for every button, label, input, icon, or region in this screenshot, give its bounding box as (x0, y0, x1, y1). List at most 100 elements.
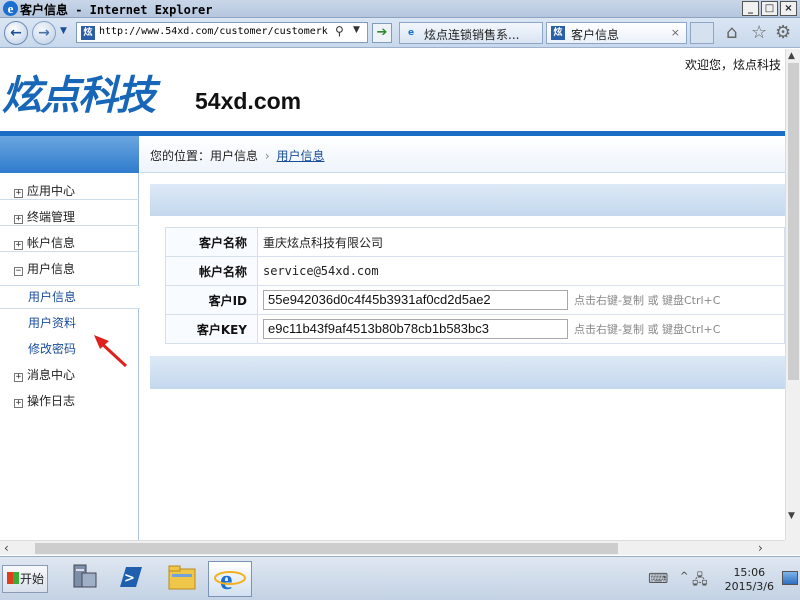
favorites-star-icon[interactable]: ☆ (751, 23, 767, 43)
forward-arrow-icon[interactable]: → (32, 21, 56, 45)
tab-customer-info[interactable]: 炫 客户信息 × (546, 22, 687, 44)
expand-plus-icon[interactable]: + (14, 399, 23, 408)
taskbar: 开始 > e ⌨ ^ 🖧 15:06 2015/3/6 (0, 556, 800, 600)
taskbar-explorer[interactable] (160, 561, 204, 597)
show-hidden-icons-icon[interactable]: ^ (680, 571, 688, 582)
svg-text:e: e (220, 565, 232, 594)
ie-page-icon: e (407, 28, 415, 38)
sidebar-subitem-user-profile[interactable]: 用户资料 (28, 314, 76, 331)
table-row: 客户KEY e9c11b43f9af4513b80b78cb1b583bc3 点击… (165, 314, 785, 344)
go-arrow-icon[interactable]: ➔ (372, 23, 392, 43)
site-favicon-icon: 炫 (81, 26, 95, 40)
breadcrumb-section: 用户信息 (210, 149, 259, 163)
sidebar-item-user-info[interactable]: − 用户信息 (14, 260, 75, 277)
window-titlebar[interactable]: e 客户信息 - Internet Explorer _ □ × (0, 0, 800, 18)
panel-footer (150, 356, 785, 389)
site-logo[interactable]: 炫点科技 (2, 63, 156, 121)
row-label: 帐户名称 (165, 256, 258, 286)
horizontal-scrollbar[interactable]: ‹ › (0, 540, 785, 555)
customer-info-table: 客户名称 重庆炫点科技有限公司 帐户名称 service@54xd.com 客户… (165, 227, 785, 344)
expand-plus-icon[interactable]: + (14, 373, 23, 382)
sidebar-item-app-center[interactable]: + 应用中心 (14, 182, 75, 199)
show-desktop-icon[interactable] (782, 571, 798, 585)
powershell-icon: > (120, 567, 142, 587)
server-manager-icon (73, 564, 97, 588)
expand-plus-icon[interactable]: + (14, 241, 23, 250)
vertical-scrollbar[interactable]: ▲ ▼ (785, 49, 800, 540)
panel-header (150, 184, 785, 216)
scroll-up-arrow-icon[interactable]: ▲ (788, 51, 795, 61)
customer-key-field[interactable]: e9c11b43f9af4513b80b78cb1b583bc3 (263, 319, 568, 339)
account-name-value: service@54xd.com (257, 256, 785, 286)
address-dropdown-icon[interactable]: ▼ (353, 25, 360, 35)
web-page: 炫点科技 54xd.com 欢迎您，炫点科技 您的位置：用户信息 › 用户信息 … (0, 49, 785, 540)
clock[interactable]: 15:06 2015/3/6 (725, 566, 774, 594)
tab-close-icon[interactable]: × (671, 26, 680, 39)
scroll-thumb[interactable] (35, 543, 618, 554)
settings-gear-icon[interactable]: ⚙ (775, 23, 791, 43)
scroll-down-arrow-icon[interactable]: ▼ (788, 511, 795, 521)
row-label: 客户ID (165, 285, 258, 315)
breadcrumb-prefix: 您的位置： (150, 149, 211, 163)
taskbar-powershell[interactable]: > (108, 561, 152, 597)
sidebar-item-label: 消息中心 (27, 368, 76, 382)
breadcrumb-separator: › (264, 149, 270, 163)
folder-icon (168, 565, 196, 590)
table-row: 客户ID 55e942036d0c4f45b3931af0cd2d5ae2 点击右… (165, 285, 785, 315)
row-label: 客户KEY (165, 314, 258, 344)
sidebar-divider (0, 251, 139, 252)
start-button[interactable]: 开始 (2, 565, 48, 593)
breadcrumb-current-link[interactable]: 用户信息 (277, 149, 325, 163)
sidebar-item-label: 用户信息 (27, 262, 76, 276)
welcome-text: 欢迎您，炫点科技 (684, 58, 781, 72)
scroll-right-arrow-icon[interactable]: › (758, 541, 763, 555)
table-row: 客户名称 重庆炫点科技有限公司 (165, 227, 785, 257)
copy-hint: 点击右键-复制 或 键盘Ctrl+C (574, 323, 721, 336)
sidebar-header (0, 136, 139, 173)
back-arrow-icon[interactable]: ← (4, 21, 28, 45)
copy-hint: 点击右键-复制 或 键盘Ctrl+C (574, 294, 721, 307)
minimize-button[interactable]: _ (742, 1, 759, 16)
start-label: 开始 (20, 572, 45, 586)
new-tab-button[interactable] (690, 22, 714, 44)
address-bar[interactable]: 炫 http://www.54xd.com/customer/customerk… (76, 22, 368, 43)
address-url[interactable]: http://www.54xd.com/customer/customerk (99, 26, 331, 37)
expand-plus-icon[interactable]: + (14, 189, 23, 198)
close-button[interactable]: × (780, 1, 797, 16)
sidebar-subitem-user-info[interactable]: 用户信息 (28, 288, 76, 305)
keyboard-icon[interactable]: ⌨ (648, 571, 668, 587)
system-tray: ⌨ ^ 🖧 15:06 2015/3/6 (640, 557, 800, 601)
collapse-minus-icon[interactable]: − (14, 267, 23, 276)
sidebar-divider (0, 225, 139, 226)
recent-pages-dropdown-icon[interactable]: ▼ (60, 26, 67, 36)
sidebar-item-terminal-mgmt[interactable]: + 终端管理 (14, 208, 75, 225)
svg-text:>: > (124, 571, 135, 586)
maximize-button[interactable]: □ (761, 1, 778, 16)
expand-plus-icon[interactable]: + (14, 215, 23, 224)
taskbar-internet-explorer[interactable]: e (208, 561, 252, 597)
search-icon[interactable]: ⚲ (335, 24, 344, 38)
tab-sales-system[interactable]: e 炫点连锁销售系... (399, 22, 543, 44)
red-pointer-arrow-icon (94, 335, 128, 368)
table-row: 帐户名称 service@54xd.com (165, 256, 785, 286)
sidebar-item-operation-log[interactable]: + 操作日志 (14, 392, 75, 409)
sidebar-item-label: 终端管理 (27, 210, 76, 224)
sidebar-item-label: 帐户信息 (27, 236, 76, 250)
scroll-left-arrow-icon[interactable]: ‹ (4, 541, 9, 555)
home-icon[interactable]: ⌂ (726, 23, 737, 43)
window-title: 客户信息 - Internet Explorer (20, 3, 213, 17)
sidebar-item-message-center[interactable]: + 消息中心 (14, 366, 75, 383)
scroll-thumb[interactable] (788, 63, 799, 380)
customer-id-field[interactable]: 55e942036d0c4f45b3931af0cd2d5ae2 (263, 290, 568, 310)
windows-logo-icon (7, 572, 19, 584)
ie-logo-icon: e (3, 1, 18, 16)
customer-name-value: 重庆炫点科技有限公司 (257, 227, 785, 257)
sidebar-item-account-info[interactable]: + 帐户信息 (14, 234, 75, 251)
tab-label: 炫点连锁销售系... (424, 28, 520, 42)
network-icon[interactable]: 🖧 (692, 569, 708, 593)
row-label: 客户名称 (165, 227, 258, 257)
taskbar-server-manager[interactable] (62, 561, 106, 597)
sidebar-item-label: 操作日志 (27, 394, 76, 408)
sidebar-subitem-change-password[interactable]: 修改密码 (28, 340, 76, 357)
clock-date: 2015/3/6 (724, 580, 774, 593)
